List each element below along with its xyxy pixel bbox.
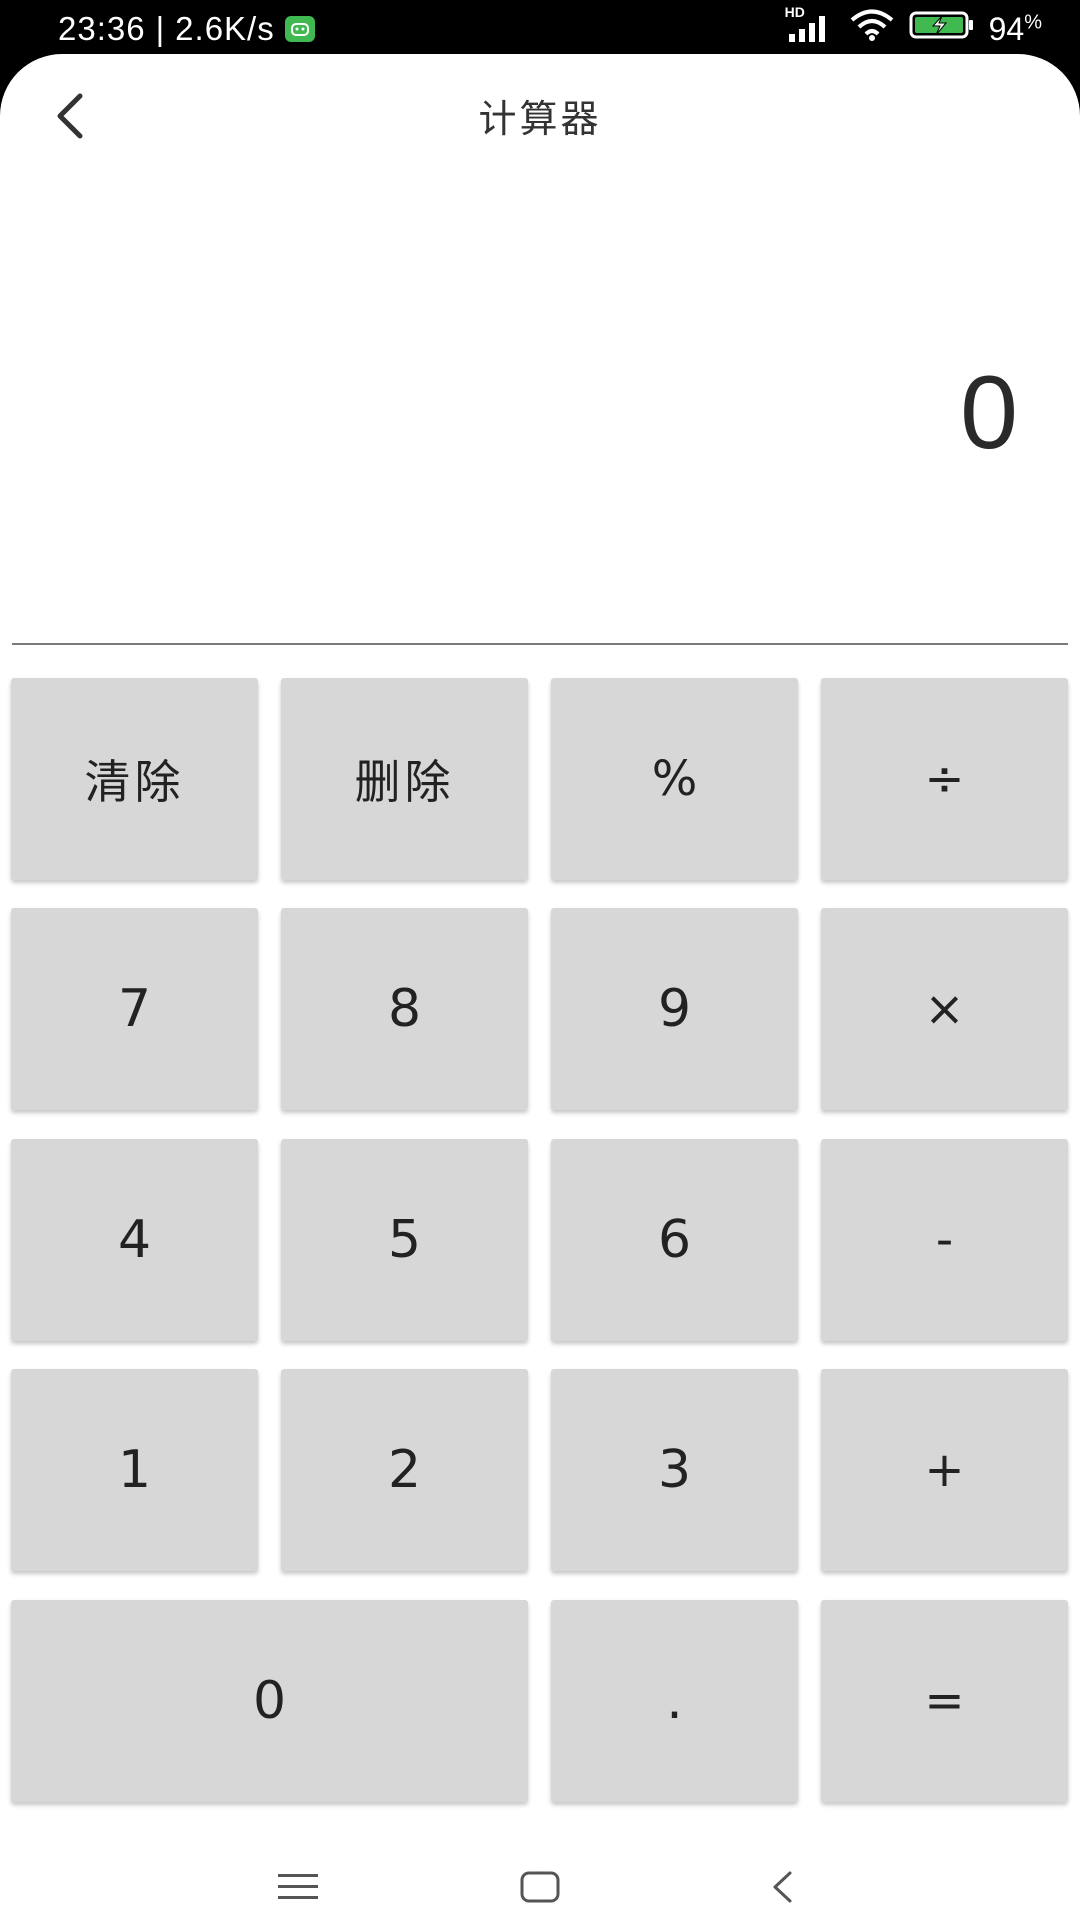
status-separator: | [155,10,166,47]
chevron-left-icon [773,1871,792,1903]
calculator-app: 计算器 0 清除 删除 % ÷ 7 8 9 × 4 5 6 - 1 2 3 + … [0,54,1080,1920]
digit-4-button[interactable]: 4 [11,1139,258,1341]
nav-back-button[interactable] [742,1854,822,1920]
menu-icon [278,1874,318,1899]
delete-button[interactable]: 删除 [281,678,528,880]
battery-percent-value: 94 [988,10,1025,47]
home-button[interactable] [500,1854,580,1920]
clear-button[interactable]: 清除 [11,678,258,880]
signal-hd-label: HD [784,4,805,20]
digit-8-button[interactable]: 8 [281,908,528,1110]
divide-button[interactable]: ÷ [821,678,1068,880]
status-right: HD 94% [785,4,1042,52]
digit-6-button[interactable]: 6 [551,1139,798,1341]
home-square-icon [520,1871,560,1903]
digit-2-button[interactable]: 2 [281,1369,528,1571]
battery-percentage: 94% [989,11,1042,48]
cellular-signal-icon: HD [785,4,835,44]
equals-button[interactable]: = [821,1600,1068,1802]
recent-apps-button[interactable] [258,1854,338,1920]
app-notification-icon [284,16,315,42]
status-bar: 23:36 | 2.6K/s HD 94% [0,0,1080,58]
digit-9-button[interactable]: 9 [551,908,798,1110]
wifi-icon [849,9,895,49]
digit-1-button[interactable]: 1 [11,1369,258,1571]
digit-7-button[interactable]: 7 [11,908,258,1110]
display-divider [12,643,1068,645]
subtract-button[interactable]: - [821,1139,1068,1341]
multiply-button[interactable]: × [821,908,1068,1110]
digit-0-button[interactable]: 0 [11,1600,528,1802]
status-left: 23:36 | 2.6K/s [58,6,315,52]
status-time: 23:36 [58,10,146,47]
add-button[interactable]: + [821,1369,1068,1571]
system-nav-bar [0,1854,1080,1920]
digit-3-button[interactable]: 3 [551,1369,798,1571]
digit-5-button[interactable]: 5 [281,1139,528,1341]
page-title: 计算器 [478,97,602,141]
network-speed: 2.6K/s [175,10,275,47]
battery-charging-icon [909,10,975,48]
result-display: 0 [960,355,1018,471]
decimal-button[interactable]: . [551,1600,798,1802]
battery-percent-unit: % [1024,10,1042,33]
percent-button[interactable]: % [551,678,798,880]
